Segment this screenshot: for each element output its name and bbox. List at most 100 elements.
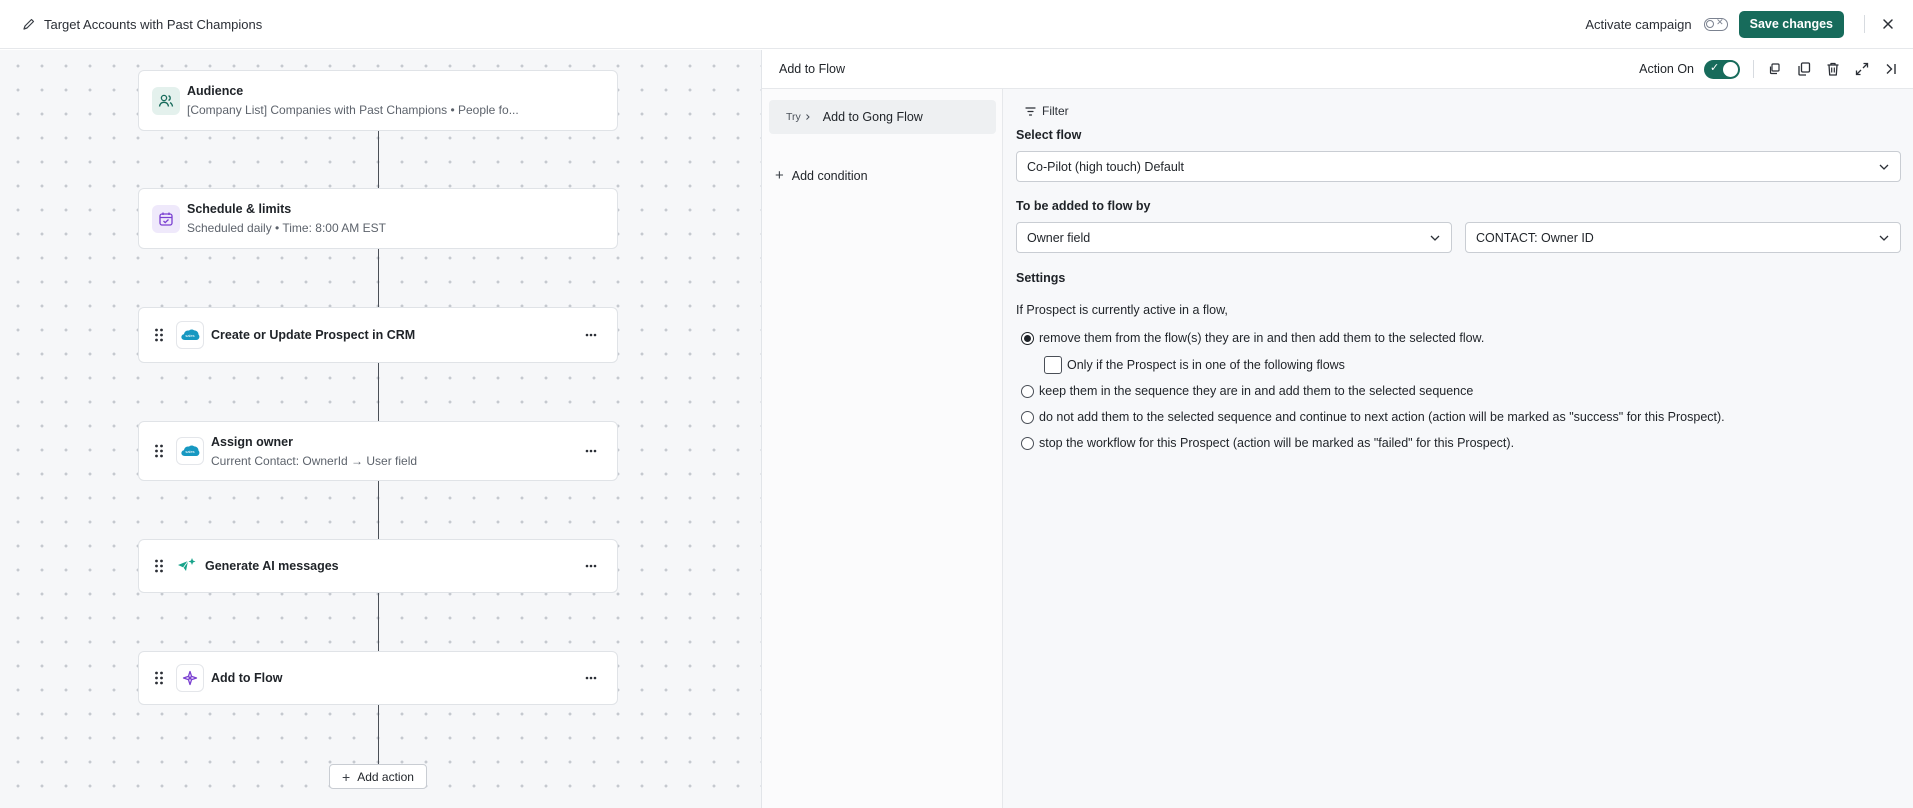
workflow-canvas[interactable]: Audience [Company List] Companies with P…	[0, 50, 761, 808]
select-flow-dropdown[interactable]: Co-Pilot (high touch) Default	[1016, 151, 1901, 182]
calendar-check-icon	[152, 204, 180, 233]
more-options-icon[interactable]	[585, 564, 597, 568]
added-by-value: Owner field	[1027, 230, 1091, 245]
drag-handle-icon[interactable]	[154, 328, 164, 342]
node-assign-owner[interactable]: sales Assign owner Current Contact: Owne…	[138, 421, 618, 481]
chevron-down-icon	[1878, 234, 1890, 242]
node-create-update-prospect[interactable]: sales Create or Update Prospect in CRM	[138, 307, 618, 363]
radio-option-do-not-add[interactable]: do not add them to the selected sequence…	[1021, 410, 1725, 424]
radio-button[interactable]	[1021, 384, 1034, 398]
collapse-panel-icon[interactable]	[1883, 61, 1899, 77]
radio-option-stop-workflow[interactable]: stop the workflow for this Prospect (act…	[1021, 436, 1514, 450]
toggle-knob	[1723, 61, 1738, 77]
node-title: Audience	[187, 84, 244, 98]
toggle-off-icon: ✕	[1716, 16, 1724, 27]
select-flow-label: Select flow	[1016, 128, 1082, 142]
top-bar: Target Accounts with Past Champions Acti…	[0, 0, 1913, 49]
filter-item-label: Add to Gong Flow	[822, 110, 923, 124]
activate-campaign-toggle[interactable]: ✕	[1703, 16, 1728, 31]
node-subtitle: [Company List] Companies with Past Champ…	[187, 103, 519, 117]
connector-line	[378, 592, 379, 651]
radio-option-remove[interactable]: remove them from the flow(s) they are in…	[1021, 331, 1484, 345]
people-icon	[152, 86, 180, 115]
node-generate-ai-messages[interactable]: Generate AI messages	[138, 539, 618, 593]
panel-title: Add to Flow	[779, 62, 846, 76]
drag-handle-icon[interactable]	[154, 559, 164, 573]
added-by-dropdown[interactable]: Owner field	[1016, 222, 1452, 253]
radio-button[interactable]	[1021, 331, 1034, 345]
added-by-label: To be added to flow by	[1016, 199, 1151, 213]
plus-icon: +	[342, 768, 351, 785]
action-config-panel: Add to Flow Action On ✓ Try Add to Gong …	[761, 50, 1913, 808]
node-title: Create or Update Prospect in CRM	[211, 328, 416, 342]
checkbox[interactable]	[1044, 356, 1062, 374]
select-flow-value: Co-Pilot (high touch) Default	[1027, 159, 1185, 174]
campaign-title[interactable]: Target Accounts with Past Champions	[44, 17, 262, 32]
settings-intro: If Prospect is currently active in a flo…	[1016, 303, 1228, 317]
ai-sparkle-icon	[176, 552, 198, 580]
chevron-down-icon	[1878, 163, 1890, 171]
copy-icon[interactable]	[1767, 61, 1783, 77]
drag-handle-icon[interactable]	[154, 444, 164, 458]
node-subtitle: Scheduled daily • Time: 8:00 AM EST	[187, 221, 386, 235]
connector-line	[378, 480, 379, 539]
save-changes-button[interactable]: Save changes	[1738, 10, 1844, 38]
radio-label: do not add them to the selected sequence…	[1039, 410, 1725, 424]
duplicate-icon[interactable]	[1796, 61, 1812, 77]
activate-campaign-label: Activate campaign	[1585, 16, 1692, 32]
check-icon: ✓	[1710, 61, 1720, 74]
filter-tag-label: Filter	[1042, 104, 1069, 118]
connector-line	[378, 362, 379, 421]
expand-icon[interactable]	[1854, 61, 1870, 77]
add-action-button[interactable]: + Add action	[329, 764, 427, 789]
pencil-icon[interactable]	[22, 17, 36, 31]
salesforce-icon: sales	[176, 321, 204, 349]
owner-field-dropdown[interactable]: CONTACT: Owner ID	[1465, 222, 1901, 253]
drag-handle-icon[interactable]	[154, 671, 164, 685]
panel-header: Add to Flow Action On ✓	[762, 50, 1913, 89]
close-icon[interactable]	[1881, 17, 1895, 31]
owner-field-value: CONTACT: Owner ID	[1476, 230, 1594, 245]
node-schedule-limits[interactable]: Schedule & limits Scheduled daily • Time…	[138, 188, 618, 249]
filters-column: Try Add to Gong Flow + Add condition	[762, 89, 1003, 808]
filter-icon	[1025, 106, 1036, 117]
node-audience[interactable]: Audience [Company List] Companies with P…	[138, 70, 618, 131]
radio-label: remove them from the flow(s) they are in…	[1039, 331, 1485, 345]
svg-text:sales: sales	[185, 333, 194, 338]
radio-button[interactable]	[1021, 436, 1034, 450]
filter-tag[interactable]: Filter	[1025, 104, 1069, 118]
campaign-title-group[interactable]: Target Accounts with Past Champions	[22, 17, 262, 32]
add-action-label: Add action	[357, 769, 414, 784]
toggle-knob	[1705, 19, 1714, 28]
action-on-label: Action On	[1639, 62, 1694, 76]
settings-heading: Settings	[1016, 271, 1066, 285]
flow-icon	[176, 664, 204, 692]
trash-icon[interactable]	[1825, 61, 1841, 77]
more-options-icon[interactable]	[585, 449, 597, 453]
node-title: Schedule & limits	[187, 202, 292, 216]
connector-line	[378, 704, 379, 764]
more-options-icon[interactable]	[585, 676, 597, 680]
divider	[1864, 15, 1865, 33]
only-if-in-flows-checkbox[interactable]: Only if the Prospect is in one of the fo…	[1044, 356, 1345, 374]
try-badge-label: Try	[786, 111, 801, 123]
try-badge: Try	[786, 111, 812, 123]
divider	[1753, 60, 1754, 78]
action-on-toggle[interactable]: ✓	[1704, 59, 1740, 79]
svg-text:sales: sales	[185, 449, 194, 454]
radio-button[interactable]	[1021, 410, 1034, 424]
chevron-down-icon	[1429, 234, 1441, 242]
node-subtitle: Current Contact: OwnerId → User field	[211, 453, 418, 468]
filter-item-add-to-gong-flow[interactable]: Try Add to Gong Flow	[769, 100, 996, 134]
settings-column: Filter Select flow Co-Pilot (high touch)…	[1003, 89, 1913, 808]
more-options-icon[interactable]	[585, 333, 597, 337]
node-title: Generate AI messages	[205, 559, 339, 573]
salesforce-icon: sales	[176, 437, 204, 465]
checkbox-label: Only if the Prospect is in one of the fo…	[1067, 358, 1345, 372]
node-add-to-flow[interactable]: Add to Flow	[138, 651, 618, 705]
add-condition-button[interactable]: + Add condition	[775, 167, 868, 184]
radio-option-keep[interactable]: keep them in the sequence they are in an…	[1021, 384, 1473, 398]
plus-icon: +	[775, 167, 784, 184]
connector-line	[378, 248, 379, 307]
node-title: Assign owner	[211, 434, 293, 449]
